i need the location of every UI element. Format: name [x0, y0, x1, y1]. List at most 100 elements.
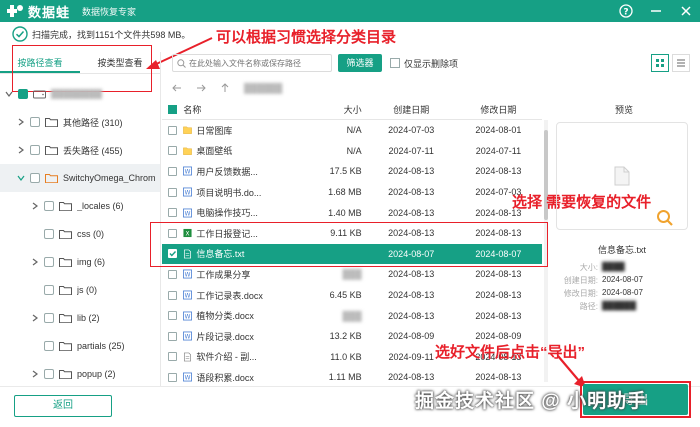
back-button[interactable]: 返回 [14, 395, 112, 417]
table-row[interactable]: W 工作记录表.docx 6.45 KB 2024-08-13 2024-08-13 [162, 285, 542, 306]
tree-item-lib[interactable]: lib (2) [0, 304, 160, 332]
folder-icon [59, 258, 72, 267]
row-checkbox[interactable] [168, 311, 178, 321]
table-row[interactable]: W 项目说明书.do... 1.68 MB 2024-08-13 2024-07-03 [162, 182, 542, 203]
path-navigation: ██████ [166, 80, 536, 96]
preview-title: 预览 [614, 105, 633, 115]
search-box[interactable] [172, 54, 332, 72]
table-row[interactable]: W 植物分类.docx ███ 2024-08-13 2024-08-13 [162, 305, 542, 326]
row-checkbox[interactable] [168, 187, 178, 197]
table-row[interactable]: W 工作成果分享 ███ 2024-08-13 2024-08-13 [162, 264, 542, 285]
tree-item-locales[interactable]: _locales (6) [0, 192, 160, 220]
table-row[interactable]: W 语段积累.docx 1.11 MB 2024-08-13 2024-08-13 [162, 367, 542, 382]
header-modified[interactable]: 修改日期 [455, 103, 542, 116]
svg-text:W: W [185, 335, 191, 341]
tree-root-checkbox[interactable] [18, 89, 28, 99]
current-path: ██████ [244, 83, 283, 93]
chevron-right-icon[interactable] [30, 257, 40, 267]
word-doc-icon: W [183, 331, 193, 341]
row-checkbox[interactable] [168, 372, 178, 382]
header-created[interactable]: 创建日期 [368, 103, 455, 116]
folder-tree: ████████ 其他路径 (310) 丢失路径 (455) SwitchyOm… [0, 80, 160, 380]
file-size: 1.68 MB [328, 187, 362, 198]
folder-icon [59, 342, 72, 351]
back-arrow-button[interactable] [172, 83, 182, 93]
tree-item-checkbox[interactable] [44, 257, 54, 267]
chevron-down-icon[interactable] [16, 173, 26, 183]
file-name: 桌面壁纸 [196, 146, 233, 157]
app-logo-icon [7, 5, 23, 17]
filter-button[interactable]: 筛选器 [338, 54, 382, 72]
meta-created-value: 2024-08-07 [602, 275, 643, 284]
annotation-categories: 可以根据习惯选择分类目录 [216, 29, 397, 46]
tree-item-partials[interactable]: partials (25) [0, 332, 160, 360]
table-row[interactable]: 桌面壁纸 N/A 2024-07-11 2024-07-11 [162, 141, 542, 162]
help-button[interactable]: ? [618, 3, 634, 19]
search-input[interactable] [189, 58, 329, 68]
row-checkbox[interactable] [168, 290, 178, 300]
help-icon: ? [619, 4, 633, 18]
tree-item-css[interactable]: css (0) [0, 220, 160, 248]
tree-item-js[interactable]: js (0) [0, 276, 160, 304]
file-size: 11.0 KB [330, 351, 362, 362]
row-checkbox[interactable] [168, 146, 178, 156]
folder-icon [183, 147, 193, 155]
tree-item-checkbox[interactable] [44, 313, 54, 323]
header-size[interactable]: 大小 [280, 103, 367, 116]
up-arrow-button[interactable] [220, 83, 230, 93]
select-all-checkbox[interactable] [168, 105, 178, 114]
file-created: 2024-08-13 [388, 166, 435, 177]
row-checkbox[interactable] [168, 166, 178, 176]
chevron-right-icon[interactable] [30, 313, 40, 323]
tree-root[interactable]: ████████ [0, 80, 160, 108]
meta-path-value: ██████ [602, 301, 637, 310]
close-button[interactable] [678, 3, 694, 19]
forward-arrow-button[interactable] [196, 83, 206, 93]
row-checkbox[interactable] [168, 352, 178, 362]
table-row[interactable]: 日常图库 N/A 2024-07-03 2024-08-01 [162, 120, 542, 141]
chevron-right-icon[interactable] [16, 145, 26, 155]
tree-item-checkbox[interactable] [30, 117, 40, 127]
tree-item-popup[interactable]: popup (2) [0, 360, 160, 380]
meta-size-value: ████ [602, 262, 625, 271]
row-checkbox[interactable] [168, 331, 178, 341]
file-modified: 2024-07-11 [475, 145, 522, 156]
tree-item-checkbox[interactable] [30, 145, 40, 155]
word-doc-icon: W [183, 290, 193, 300]
preview-filename: 信息备忘.txt [597, 245, 646, 255]
header-name[interactable]: 名称 [183, 103, 280, 116]
tree-item-lost[interactable]: 丢失路径 (455) [0, 136, 160, 164]
search-icon [177, 58, 186, 68]
tree-item-other[interactable]: 其他路径 (310) [0, 108, 160, 136]
chevron-down-icon[interactable] [4, 89, 14, 99]
grid-view-button[interactable] [651, 54, 669, 72]
chevron-right-icon[interactable] [30, 201, 40, 211]
table-row[interactable]: W 电脑操作技巧... 1.40 MB 2024-08-13 2024-08-13 [162, 202, 542, 223]
zoom-icon[interactable] [656, 209, 674, 227]
tree-item-checkbox[interactable] [30, 173, 40, 183]
deleted-only-toggle[interactable]: 仅显示删除项 [390, 57, 458, 70]
tree-item-checkbox[interactable] [44, 201, 54, 211]
row-checkbox[interactable] [168, 125, 178, 135]
file-created: 2024-08-13 [388, 372, 435, 382]
tree-item-img[interactable]: img (6) [0, 248, 160, 276]
tree-item-checkbox[interactable] [44, 229, 54, 239]
annotation-selected-box [150, 222, 548, 267]
tree-item-switchyomega[interactable]: SwitchyOmega_Chrom [0, 164, 160, 192]
table-row[interactable]: W 用户反馈数据... 17.5 KB 2024-08-13 2024-08-13 [162, 161, 542, 182]
folder-icon [59, 230, 72, 239]
deleted-only-checkbox[interactable] [390, 58, 400, 68]
tree-item-checkbox[interactable] [44, 369, 54, 379]
tree-item-checkbox[interactable] [44, 285, 54, 295]
file-size: 1.40 MB [328, 207, 362, 218]
minimize-button[interactable] [648, 3, 664, 19]
svg-text:W: W [185, 273, 191, 279]
row-checkbox[interactable] [168, 269, 178, 279]
list-view-button[interactable] [672, 54, 690, 72]
chevron-right-icon[interactable] [30, 369, 40, 379]
chevron-right-icon[interactable] [16, 117, 26, 127]
row-checkbox[interactable] [168, 208, 178, 218]
tree-item-checkbox[interactable] [44, 341, 54, 351]
file-modified: 2024-08-13 [475, 290, 522, 301]
word-doc-icon: W [183, 187, 193, 197]
